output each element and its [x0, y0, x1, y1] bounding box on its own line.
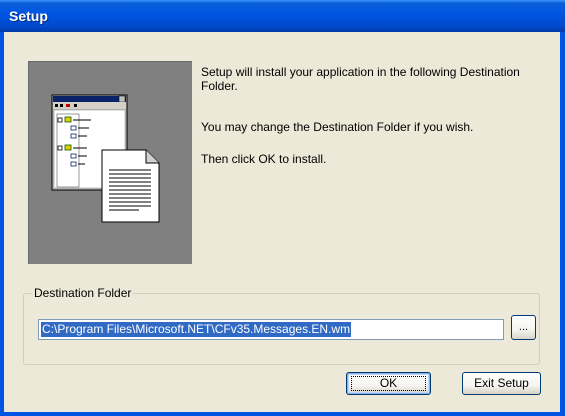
window-title: Setup	[9, 8, 48, 24]
ok-button[interactable]: OK	[346, 372, 431, 395]
destination-path-field[interactable]: C:\Program Files\Microsoft.NET\CFv35.Mes…	[38, 319, 504, 340]
browse-button[interactable]: ...	[511, 315, 536, 340]
title-bar[interactable]: Setup	[0, 0, 565, 32]
setup-graphic-panel	[28, 61, 192, 264]
destination-folder-group: Destination Folder C:\Program Files\Micr…	[23, 286, 540, 365]
window-frame-bottom	[0, 412, 565, 416]
dialog-body: Setup will install your application in t…	[4, 32, 560, 416]
destination-path-text: C:\Program Files\Microsoft.NET\CFv35.Mes…	[41, 322, 352, 337]
setup-graphic-icon	[51, 94, 160, 223]
intro-message: Setup will install your application in t…	[201, 65, 520, 93]
change-folder-message: You may change the Destination Folder if…	[201, 120, 474, 134]
setup-window: Setup Setup will install your applicatio…	[0, 0, 565, 416]
click-ok-message: Then click OK to install.	[201, 152, 327, 166]
exit-setup-label: Exit Setup	[474, 376, 529, 390]
exit-setup-button[interactable]: Exit Setup	[462, 372, 541, 395]
ok-button-label: OK	[379, 376, 398, 390]
destination-folder-label: Destination Folder	[32, 286, 134, 300]
